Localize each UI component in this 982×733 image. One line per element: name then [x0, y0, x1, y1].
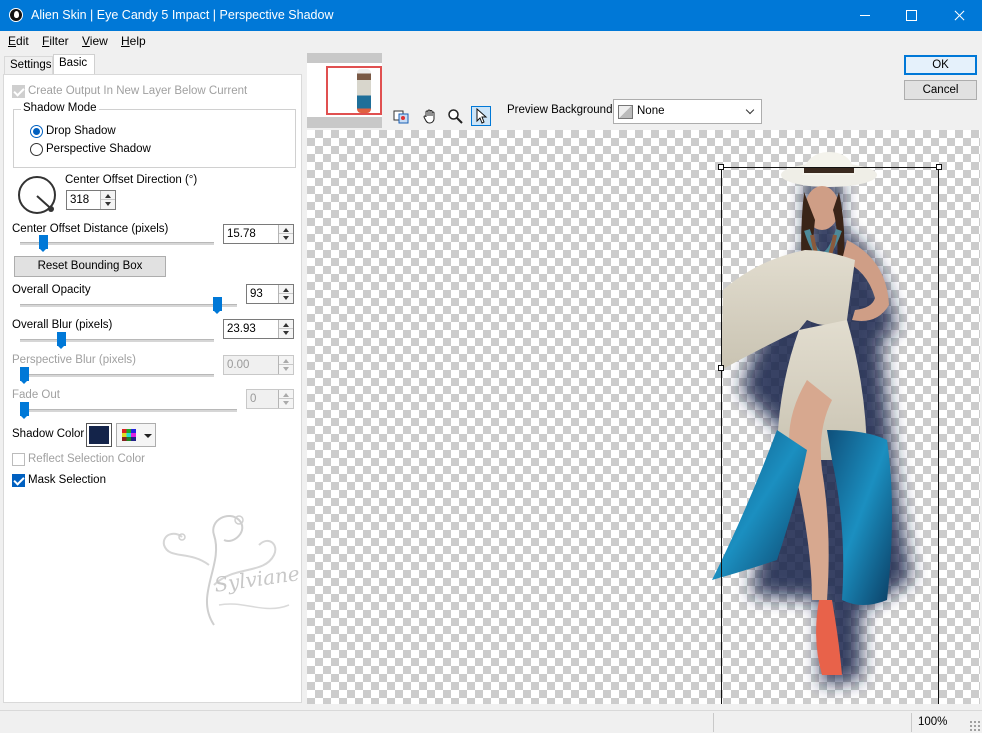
preview-canvas[interactable] — [307, 130, 980, 704]
mask-selection-checkbox[interactable] — [12, 474, 25, 487]
menu-filter[interactable]: Filter — [42, 34, 69, 48]
background-swatch-icon — [618, 105, 633, 119]
chevron-down-icon — [745, 105, 755, 115]
cancel-button[interactable]: Cancel — [904, 80, 977, 100]
overall-opacity-track — [20, 304, 237, 307]
overall-blur-track — [20, 339, 214, 342]
maximize-icon[interactable] — [888, 0, 934, 31]
perspective-blur-label: Perspective Blur (pixels) — [12, 354, 136, 366]
menu-bar: Edit Filter View Help — [0, 31, 982, 51]
overall-blur-input[interactable]: 23.93 — [223, 319, 294, 339]
overall-opacity-label: Overall Opacity — [12, 284, 91, 296]
preview-navigator[interactable] — [307, 53, 382, 128]
preview-background-value: None — [637, 105, 665, 117]
create-output-label: Create Output In New Layer Below Current — [28, 85, 248, 97]
zoom-level: 100% — [918, 716, 948, 728]
basic-panel: Create Output In New Layer Below Current… — [3, 74, 302, 703]
hand-icon[interactable] — [420, 106, 440, 126]
tab-settings[interactable]: Settings — [4, 56, 53, 74]
zoom-icon[interactable] — [445, 106, 465, 126]
bbox-handle-top-left[interactable] — [718, 164, 724, 170]
fade-out-slider[interactable] — [20, 402, 29, 419]
app-logo-icon — [9, 8, 23, 22]
palette-grid-icon — [122, 429, 136, 441]
menu-view[interactable]: View — [82, 34, 108, 48]
perspective-blur-input[interactable]: 0.00 — [223, 355, 294, 375]
color-palette-button[interactable] — [116, 423, 156, 447]
ok-button[interactable]: OK — [904, 55, 977, 75]
center-offset-distance-label: Center Offset Distance (pixels) — [12, 223, 169, 235]
center-offset-direction-input[interactable]: 318 — [66, 190, 116, 210]
shadow-mode-group: Shadow Mode Drop Shadow Perspective Shad… — [13, 102, 296, 168]
reflect-selection-color-checkbox[interactable] — [12, 453, 25, 466]
overall-blur-label: Overall Blur (pixels) — [12, 319, 113, 331]
create-output-checkbox[interactable] — [12, 85, 25, 98]
pointer-icon[interactable] — [471, 106, 491, 126]
drop-shadow-label[interactable]: Drop Shadow — [46, 125, 116, 137]
perspective-blur-slider[interactable] — [20, 367, 29, 384]
center-offset-direction-label: Center Offset Direction (°) — [65, 174, 198, 186]
preview-background-select[interactable]: None — [613, 99, 762, 124]
before-after-icon[interactable] — [391, 106, 411, 126]
navigator-view-frame[interactable] — [326, 66, 382, 115]
preview-background-label: Preview Background: — [507, 104, 616, 116]
perspective-shadow-radio[interactable] — [30, 143, 43, 156]
signature-watermark: Sylviane — [154, 505, 304, 635]
center-offset-distance-input[interactable]: 15.78 — [223, 224, 294, 244]
bounding-box[interactable] — [718, 164, 942, 704]
fade-out-input[interactable]: 0 — [246, 389, 294, 409]
title-bar: Alien Skin | Eye Candy 5 Impact | Perspe… — [0, 0, 982, 31]
perspective-shadow-label[interactable]: Perspective Shadow — [46, 143, 151, 155]
window-title: Alien Skin | Eye Candy 5 Impact | Perspe… — [31, 8, 334, 22]
drop-shadow-radio[interactable] — [30, 125, 43, 138]
overall-opacity-input[interactable]: 93 — [246, 284, 294, 304]
minimize-icon[interactable] — [842, 0, 888, 31]
tab-basic[interactable]: Basic — [53, 54, 95, 75]
close-icon[interactable] — [936, 0, 982, 31]
resize-grip-icon[interactable] — [969, 720, 980, 731]
status-bar: 100% — [0, 710, 982, 733]
fade-out-track — [20, 409, 237, 412]
bbox-handle-top-right[interactable] — [936, 164, 942, 170]
overall-blur-slider[interactable] — [57, 332, 66, 349]
shadow-color-swatch[interactable] — [86, 423, 112, 447]
perspective-blur-track — [20, 374, 214, 377]
overall-opacity-slider[interactable] — [213, 297, 223, 314]
center-offset-distance-slider[interactable] — [38, 235, 48, 252]
mask-selection-label[interactable]: Mask Selection — [28, 474, 106, 486]
direction-dial[interactable] — [18, 176, 56, 214]
bbox-handle-mid-left[interactable] — [718, 365, 724, 371]
reflect-selection-color-label: Reflect Selection Color — [28, 453, 145, 465]
fade-out-label: Fade Out — [12, 389, 60, 401]
reset-bounding-box-button[interactable]: Reset Bounding Box — [14, 256, 166, 277]
menu-edit[interactable]: Edit — [8, 34, 29, 48]
shadow-mode-title: Shadow Mode — [21, 102, 99, 114]
shadow-color-label: Shadow Color — [12, 428, 85, 440]
caret-down-icon — [144, 434, 152, 438]
center-offset-distance-track — [20, 242, 214, 245]
menu-help[interactable]: Help — [121, 34, 146, 48]
